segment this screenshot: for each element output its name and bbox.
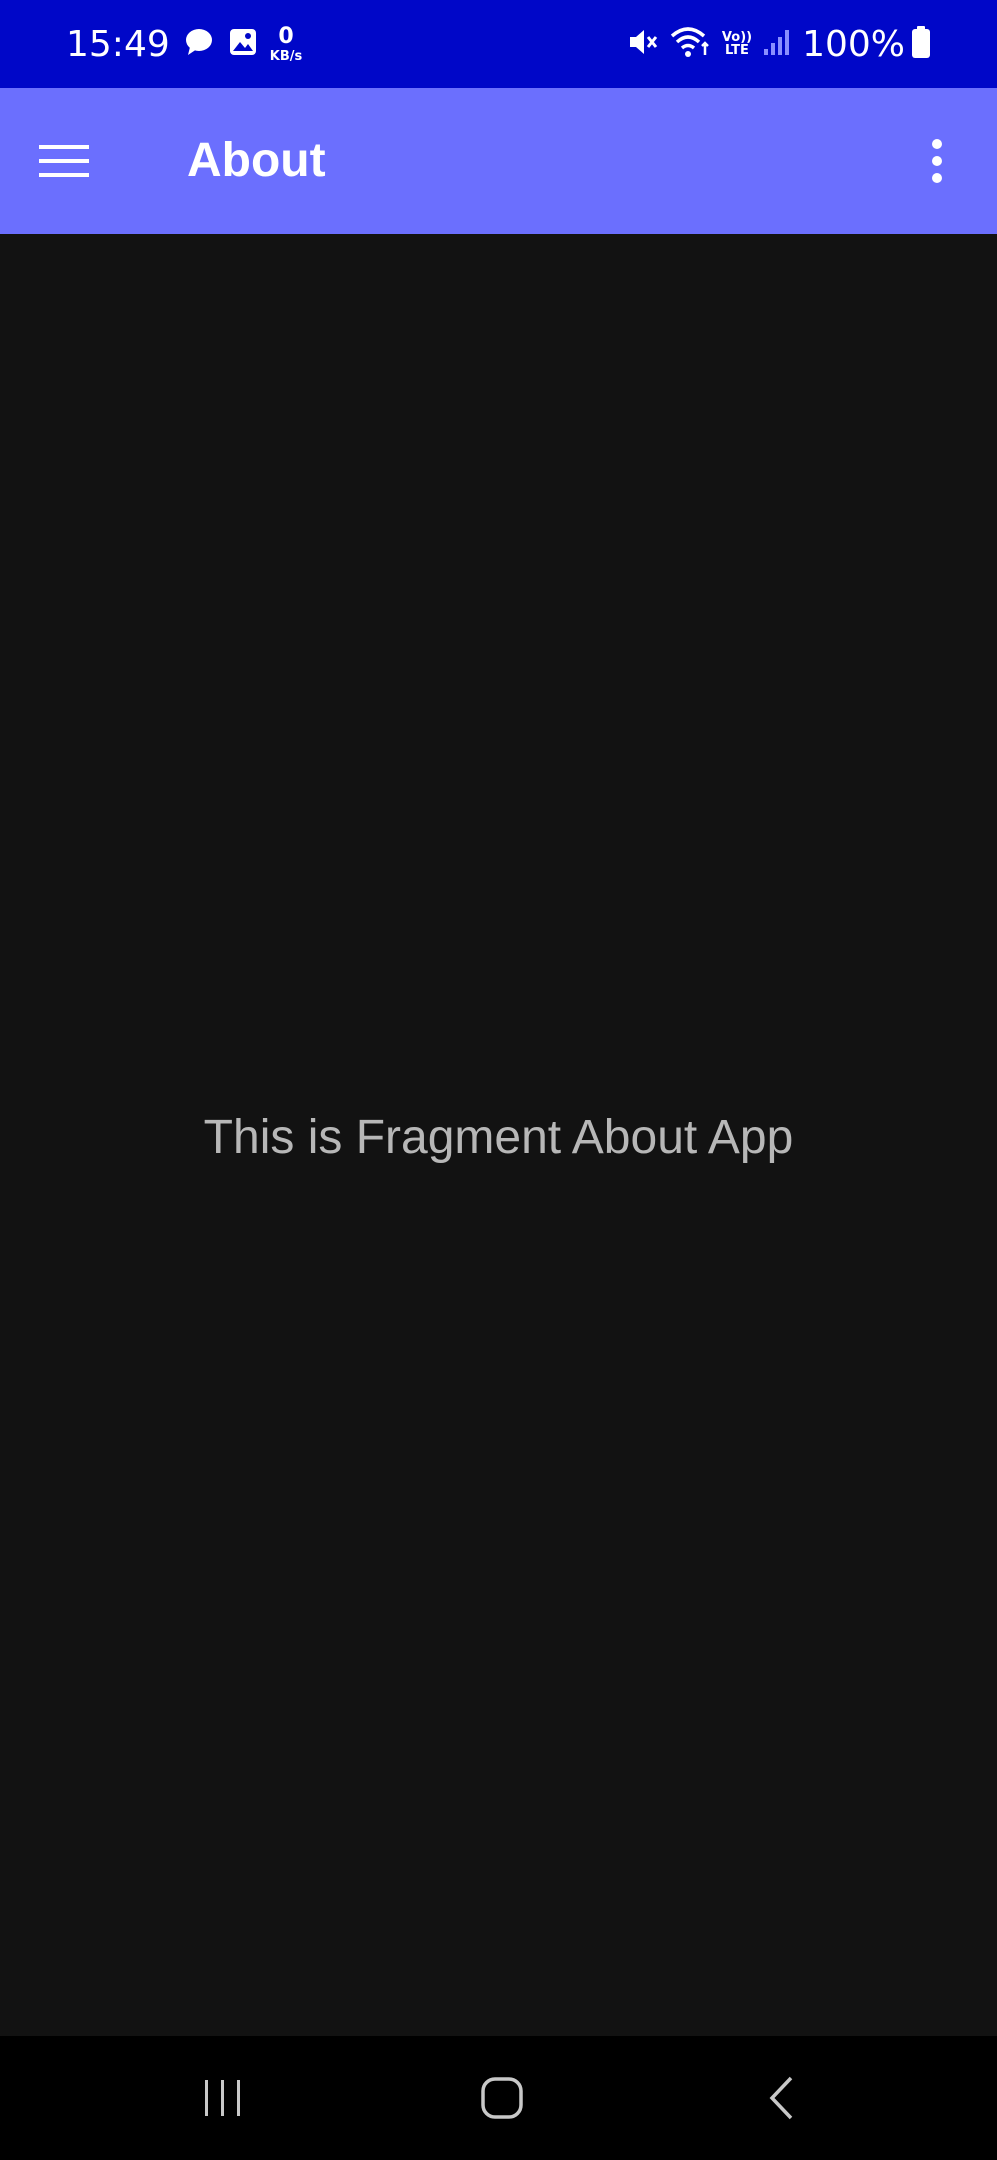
back-icon[interactable] xyxy=(732,2058,832,2138)
status-time: 15:49 xyxy=(66,23,170,65)
fragment-content: This is Fragment About App xyxy=(0,234,997,2036)
gallery-icon xyxy=(228,27,258,61)
hamburger-menu-icon[interactable] xyxy=(24,121,104,201)
home-icon[interactable] xyxy=(452,2058,552,2138)
chat-bubble-icon xyxy=(184,27,214,61)
volte-bottom-label: LTE xyxy=(725,43,749,58)
status-bar: 15:49 0 KB/s Vo)) LTE 100% xyxy=(0,0,997,88)
network-speed: 0 KB/s xyxy=(269,23,303,64)
signal-icon xyxy=(762,27,790,61)
wifi-icon xyxy=(670,25,712,63)
more-vert-icon[interactable] xyxy=(897,121,977,201)
status-left: 15:49 0 KB/s xyxy=(66,0,302,88)
status-right: Vo)) LTE 100% xyxy=(616,0,931,88)
recent-apps-icon[interactable] xyxy=(173,2058,273,2138)
page-title: About xyxy=(187,134,326,187)
volte-indicator: Vo)) LTE xyxy=(722,31,752,57)
app-bar: About xyxy=(0,88,997,234)
navigation-bar xyxy=(0,2036,997,2160)
mute-icon xyxy=(626,25,660,63)
net-speed-value: 0 xyxy=(278,23,294,49)
net-speed-unit: KB/s xyxy=(269,48,303,64)
fragment-message: This is Fragment About App xyxy=(203,1111,794,1164)
battery-icon xyxy=(911,25,931,63)
battery-percent: 100% xyxy=(802,23,905,65)
